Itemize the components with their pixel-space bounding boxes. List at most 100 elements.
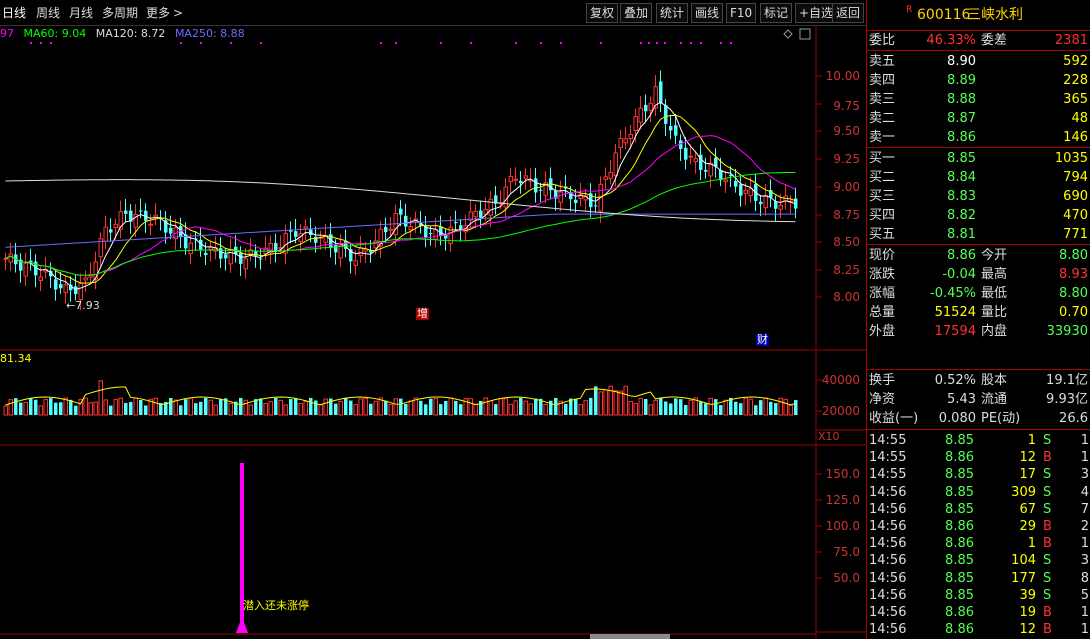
volume-bar [194,403,198,415]
signal-dot [680,42,682,44]
low-price-marker: ←7.93 [66,299,100,312]
volume-bar [173,399,178,416]
volume-bar [358,398,363,416]
stat-row: 现价 8.86 今开 8.80 [867,246,1090,265]
tick-time: 14:56 [869,605,907,620]
volume-bar [338,400,343,416]
stat-value: 51524 [934,305,976,320]
signal-dot [50,42,52,44]
candle-body [638,107,643,123]
volume-bar [54,402,58,415]
ask-row: 卖四 8.89 228 [867,71,1090,90]
signal-dot [180,42,182,44]
tick-price: 8.86 [945,536,974,552]
signal-dot [230,42,232,44]
signal-dot [560,42,562,44]
volume-bar [278,399,283,416]
ask-row: 卖三 8.88 365 [867,90,1090,109]
weicha-value: 2381 [1054,33,1088,48]
price-axis-label: 8.75 [833,208,860,222]
volume-bar [208,399,213,416]
volume-bar [739,403,743,415]
tick-volume: 67 [1019,501,1036,517]
tick-volume: 177 [1011,570,1036,586]
candle-body [778,204,783,210]
order-label: 卖三 [869,92,896,107]
candle-body [723,179,728,183]
candle-body [688,155,693,158]
candle-body [23,262,28,277]
volume-bar [34,399,38,415]
stat-value: 0.080 [938,411,976,426]
candle-body [139,210,143,212]
tick-time: 14:56 [869,501,907,517]
candle-body [204,252,208,256]
order-price: 8.81 [947,227,976,242]
candle-body [704,169,708,172]
volume-bar [74,405,78,415]
candle-body [404,215,408,227]
volume-bar [344,397,348,415]
stat-value: -0.45% [930,286,976,301]
candle-body [459,225,463,230]
volume-bar [113,398,118,416]
candle-body [124,210,128,214]
volume-bar [38,405,43,416]
volume-bar [98,380,103,416]
candle-body [743,189,748,194]
event-marker-zeng[interactable]: 增 [416,308,429,320]
candle-body [608,171,613,179]
tick-volume: 12 [1019,450,1036,466]
candle-body [508,175,513,183]
candle-body [693,158,698,163]
bid-row: 买二 8.84 794 [867,168,1090,187]
stat-value: -0.04 [942,267,976,282]
price-axis-label: 8.50 [833,235,860,249]
signal-dot [395,42,397,44]
price-axis-label: 9.50 [833,124,860,138]
tick-row: 14:56 8.86 12 B 1 [867,620,1090,639]
volume-bar [363,398,368,416]
weicha-label: 委差 [981,33,1008,48]
order-volume: 228 [1063,73,1088,88]
tick-price: 8.85 [945,433,974,448]
kline-chart[interactable] [0,0,866,639]
stat-label: 今开 [981,248,1008,263]
order-price: 8.84 [947,170,976,185]
tick-volume: 104 [1011,553,1036,569]
volume-bar [184,399,188,415]
order-label: 买三 [869,189,896,204]
volume-bar [133,397,138,416]
tick-count: 5 [1080,587,1089,603]
volume-bar [794,400,798,415]
event-marker-cai[interactable]: 财 [756,334,769,346]
order-price: 8.82 [947,208,976,223]
signal-dot [600,42,602,44]
candle-body [429,233,433,235]
stat-row: 总量 51524 量比 0.70 [867,303,1090,322]
volume-bar [653,399,658,416]
signal-dot [40,42,42,44]
ask-row: 卖五 8.90 592 [867,52,1090,71]
volume-bar [589,397,593,415]
volume-multiplier: X10 [818,430,840,443]
volume-bar [303,400,308,416]
signal-dot [470,42,472,44]
stat-value: 8.86 [947,248,976,263]
signal-dot [540,42,542,44]
tick-row: 14:55 8.85 17 S 3 [867,465,1090,484]
order-volume: 146 [1063,130,1088,145]
volume-bar [228,402,233,416]
tick-side: S [1043,433,1052,448]
signal-dot [720,42,722,44]
volume-bar [473,403,478,416]
bid-row: 买三 8.83 690 [867,187,1090,206]
tick-side: B [1043,450,1052,466]
tick-row: 14:55 8.86 12 B 1 [867,448,1090,467]
volume-bar [63,397,68,416]
stat-label: 收益(一) [869,411,919,426]
tick-side: S [1043,553,1052,569]
indicator-axis-label: 150.0 [825,467,860,481]
scroll-marker[interactable] [799,28,811,40]
candle-body [644,104,648,112]
